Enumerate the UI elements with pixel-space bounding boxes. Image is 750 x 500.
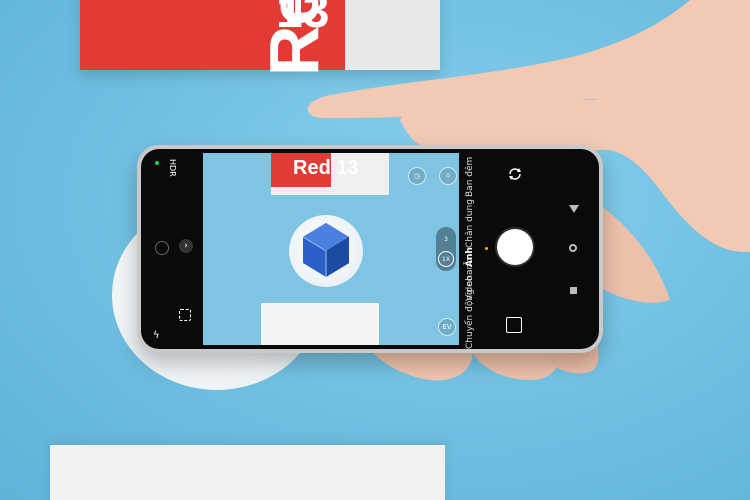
ev-chip[interactable]: EV — [438, 318, 456, 336]
mode-time-lapse[interactable]: Chuyển động nhanh — [465, 258, 475, 349]
zoom-selector[interactable]: 3 1X — [436, 227, 456, 271]
active-mode-dot — [485, 247, 488, 250]
hdr-label[interactable]: HDR — [168, 159, 177, 177]
zoom-option-3[interactable]: 3 — [438, 231, 454, 247]
camera-active-indicator — [155, 161, 159, 165]
focus-icon[interactable] — [179, 309, 191, 321]
zoom-option-1x[interactable]: 1X — [438, 251, 454, 267]
aperture-icon[interactable] — [155, 241, 169, 255]
phone-screen: HDR › ϟ Red 13 ◷ ☼ EV 3 1X Ban đêm Chân … — [141, 149, 599, 349]
photo-scene: Red 13 HDR › ϟ Red 13 ◷ ☼ EV 3 1X Ban đê… — [0, 0, 750, 500]
chevron-right-icon[interactable]: › — [179, 239, 193, 253]
flash-off-icon[interactable]: ϟ — [153, 331, 160, 341]
viewfinder-plate — [261, 303, 379, 345]
timer-chip[interactable]: ◷ — [408, 167, 426, 185]
nav-back-icon[interactable] — [569, 205, 579, 213]
shutter-button[interactable] — [497, 229, 533, 265]
smartphone: HDR › ϟ Red 13 ◷ ☼ EV 3 1X Ban đêm Chân … — [137, 145, 603, 353]
viewfinder-puck — [289, 215, 363, 287]
camera-viewfinder[interactable]: Red 13 ◷ ☼ EV — [203, 153, 459, 345]
viewfinder-box: Red 13 — [271, 153, 389, 195]
white-plate — [50, 445, 445, 500]
mode-night[interactable]: Ban đêm — [465, 157, 475, 197]
camera-flip-icon[interactable] — [507, 166, 523, 182]
viewfinder-box-text: Red 13 — [293, 157, 359, 179]
blue-cube-icon — [302, 223, 349, 277]
gallery-icon[interactable] — [506, 317, 522, 333]
nav-home-icon[interactable] — [569, 244, 577, 252]
settings-chip[interactable]: ☼ — [439, 167, 457, 185]
mode-portrait[interactable]: Chân dung — [465, 199, 475, 248]
nav-recent-icon[interactable] — [570, 287, 577, 294]
